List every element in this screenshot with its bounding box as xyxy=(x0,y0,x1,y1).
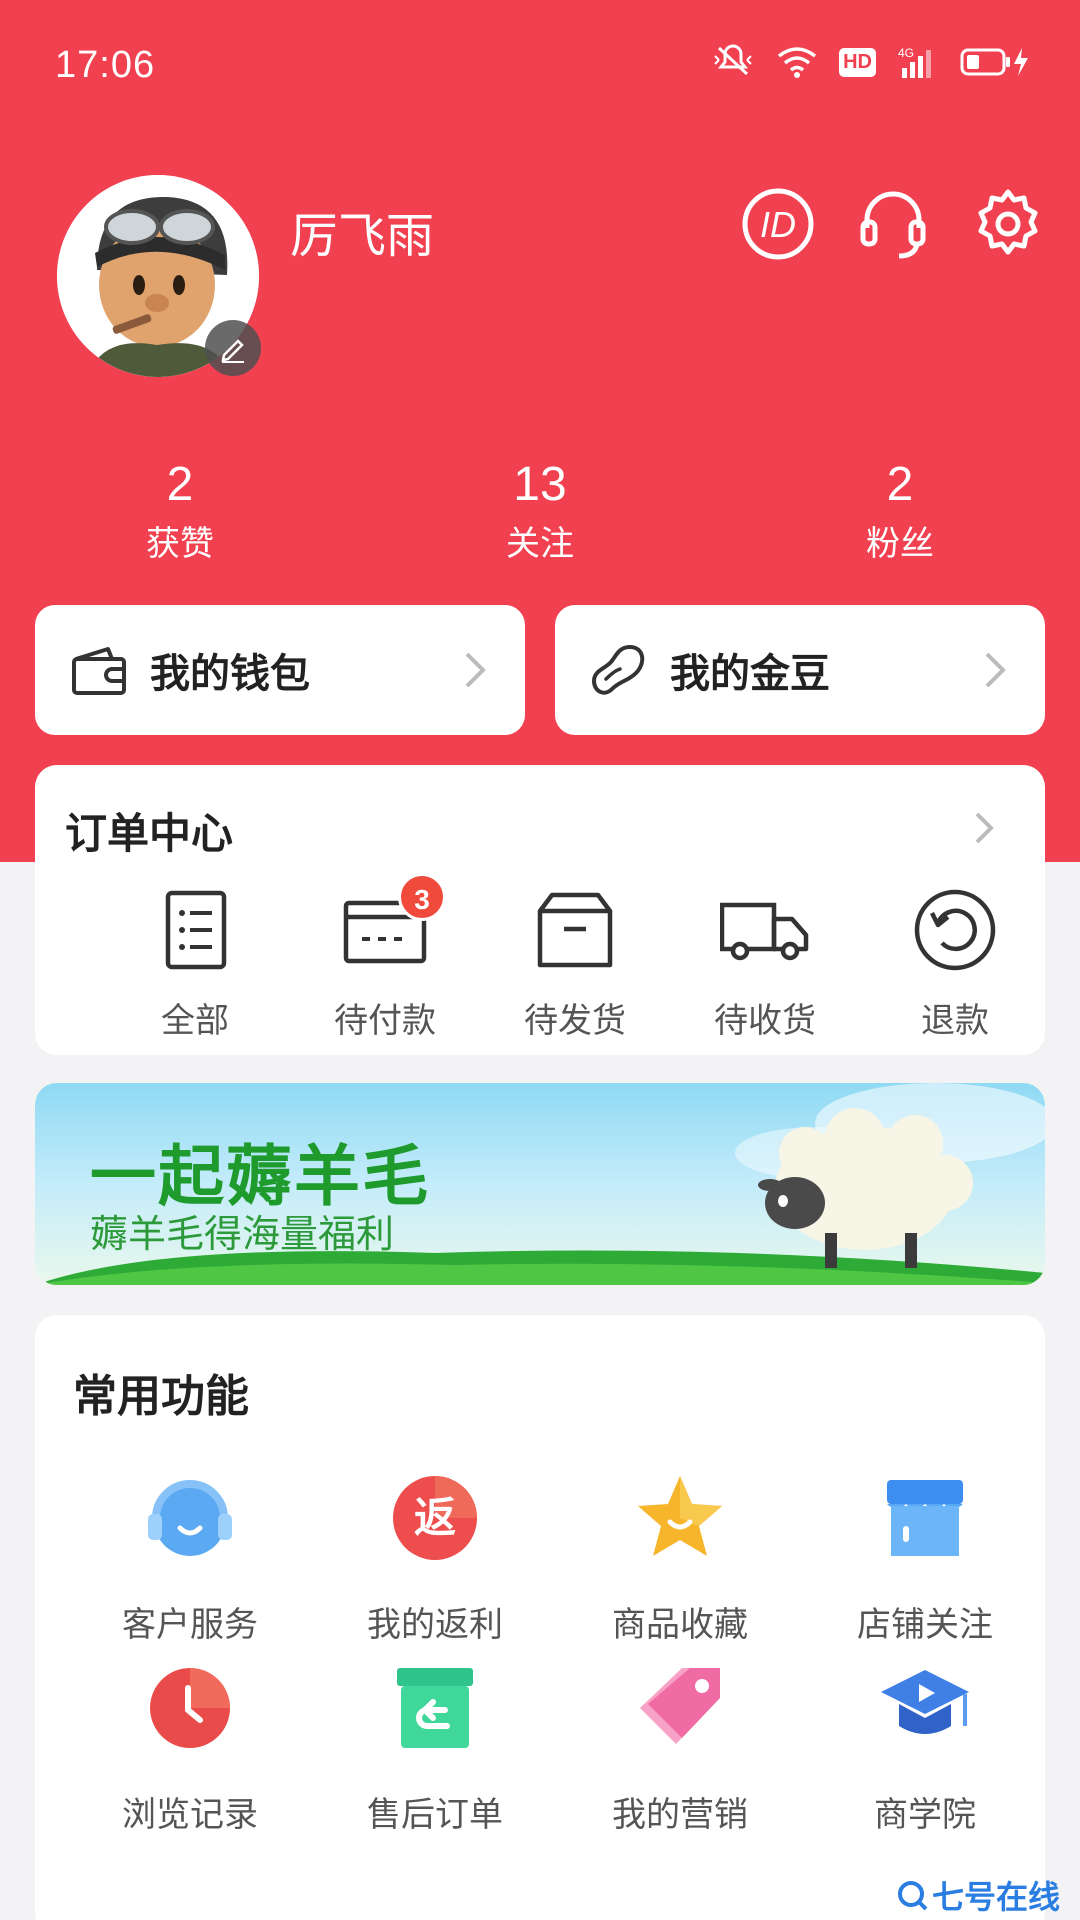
browsing-history-item[interactable]: 浏览记录 xyxy=(90,1660,290,1836)
tag-icon xyxy=(640,1668,720,1744)
stat-label: 粉丝 xyxy=(866,525,934,563)
unpaid-count-badge: 3 xyxy=(398,873,446,921)
refund-icon xyxy=(910,885,1000,975)
order-center-card: 订单中心 全部 3 待付款 待发货 待收货 退款 xyxy=(35,765,1045,1055)
chevron-right-icon xyxy=(985,652,1006,688)
stat-value: 2 xyxy=(886,458,914,511)
order-pending-receipt[interactable]: 待收货 xyxy=(690,885,840,1042)
status-time: 17:06 xyxy=(55,44,156,86)
truck-icon xyxy=(719,885,810,975)
list-icon xyxy=(150,885,240,975)
signal-icon: 4G xyxy=(898,46,931,78)
chevron-right-icon[interactable] xyxy=(973,810,995,846)
order-refund-label: 退款 xyxy=(921,1002,989,1040)
stat-label: 获赞 xyxy=(146,525,214,563)
order-status-row: 全部 3 待付款 待发货 待收货 退款 xyxy=(35,873,1045,1040)
order-all-label: 全部 xyxy=(161,1002,229,1040)
svg-text:4G: 4G xyxy=(898,46,914,60)
order-center-title[interactable]: 订单中心 xyxy=(65,800,233,861)
stat-label: 关注 xyxy=(506,525,574,563)
stat-fans[interactable]: 2 粉丝 xyxy=(830,455,970,569)
pencil-icon xyxy=(221,339,244,363)
wallet-card[interactable]: 我的钱包 xyxy=(35,605,525,735)
followed-stores-label: 店铺关注 xyxy=(857,1606,993,1644)
package-box-icon xyxy=(530,885,620,975)
order-pending-receipt-label: 待收货 xyxy=(714,1002,816,1040)
order-refund[interactable]: 退款 xyxy=(880,885,1030,1042)
wallet-icon xyxy=(72,647,126,695)
favorites-item[interactable]: 商品收藏 xyxy=(580,1470,780,1646)
rebate-icon: 返 xyxy=(393,1476,477,1560)
gold-beans-card[interactable]: 我的金豆 xyxy=(555,605,1045,735)
stat-likes[interactable]: 2 获赞 xyxy=(110,455,250,569)
customer-service-button[interactable] xyxy=(855,186,931,262)
stat-value: 2 xyxy=(166,458,194,511)
chevron-right-icon xyxy=(465,652,486,688)
my-marketing-label: 我的营销 xyxy=(612,1796,748,1834)
clock-icon xyxy=(150,1668,230,1748)
gear-icon xyxy=(978,189,1038,255)
headset-icon xyxy=(860,191,926,259)
battery-icon xyxy=(960,48,1028,76)
watermark: 七号在线 xyxy=(896,1872,1060,1918)
business-school-item[interactable]: 商学院 xyxy=(825,1660,1025,1836)
stat-value: 13 xyxy=(513,458,567,511)
common-functions-card: 常用功能 客户服务 返 我的返利 商品收藏 店铺关注 浏览记录 售后订单 我的营… xyxy=(35,1315,1045,1920)
watermark-text: 七号在线 xyxy=(931,1879,1060,1915)
order-all[interactable]: 全部 xyxy=(120,885,270,1042)
return-box-icon xyxy=(397,1668,473,1748)
store-icon xyxy=(887,1480,963,1556)
headset-icon xyxy=(148,1480,232,1556)
id-icon: ID xyxy=(742,188,814,260)
username: 厉飞雨 xyxy=(290,210,435,263)
customer-service-label: 客户服务 xyxy=(122,1606,258,1644)
order-pending-shipment[interactable]: 待发货 xyxy=(500,885,650,1042)
svg-text:ID: ID xyxy=(760,204,796,245)
stat-following[interactable]: 13 关注 xyxy=(470,455,610,569)
mute-icon xyxy=(714,44,752,76)
hd-badge: HD xyxy=(839,47,876,77)
followed-stores-item[interactable]: 店铺关注 xyxy=(825,1470,1025,1646)
gold-beans-label: 我的金豆 xyxy=(670,652,830,696)
avatar-edit-button[interactable] xyxy=(205,320,261,376)
promo-banner[interactable]: 一起薅羊毛 薅羊毛得海量福利 xyxy=(35,1083,1045,1285)
status-icons: HD 4G xyxy=(711,44,1032,80)
order-pending-shipment-label: 待发货 xyxy=(524,1002,626,1040)
watermark-logo-icon xyxy=(897,1881,928,1911)
business-school-label: 商学院 xyxy=(874,1796,976,1834)
banner-subtitle: 薅羊毛得海量福利 xyxy=(90,1214,395,1256)
common-functions-title: 常用功能 xyxy=(73,1372,249,1421)
status-bar: 17:06 HD 4G xyxy=(0,0,1080,130)
customer-service-item[interactable]: 客户服务 xyxy=(90,1470,290,1646)
id-card-button[interactable]: ID xyxy=(740,186,816,262)
order-pending-payment-label: 待付款 xyxy=(334,1002,436,1040)
wifi-icon xyxy=(778,47,817,78)
after-sales-orders-item[interactable]: 售后订单 xyxy=(335,1660,535,1836)
profile-page: 17:06 HD 4G 厉飞雨 ID 2 获赞 13 关注 2 粉丝 我的钱包 … xyxy=(0,0,1080,1920)
after-sales-orders-label: 售后订单 xyxy=(367,1796,503,1834)
card-payment-icon: 3 xyxy=(340,873,446,975)
favorites-label: 商品收藏 xyxy=(612,1606,748,1644)
star-icon xyxy=(638,1476,722,1556)
graduation-cap-icon xyxy=(881,1670,969,1734)
wallet-label: 我的钱包 xyxy=(150,652,310,696)
rebate-glyph: 返 xyxy=(414,1493,456,1542)
rebate-label: 我的返利 xyxy=(367,1606,503,1644)
settings-button[interactable] xyxy=(970,186,1046,262)
rebate-item[interactable]: 返 我的返利 xyxy=(335,1470,535,1646)
browsing-history-label: 浏览记录 xyxy=(122,1796,258,1834)
bean-icon xyxy=(591,644,645,695)
order-pending-payment[interactable]: 3 待付款 xyxy=(310,873,460,1042)
my-marketing-item[interactable]: 我的营销 xyxy=(580,1660,780,1836)
